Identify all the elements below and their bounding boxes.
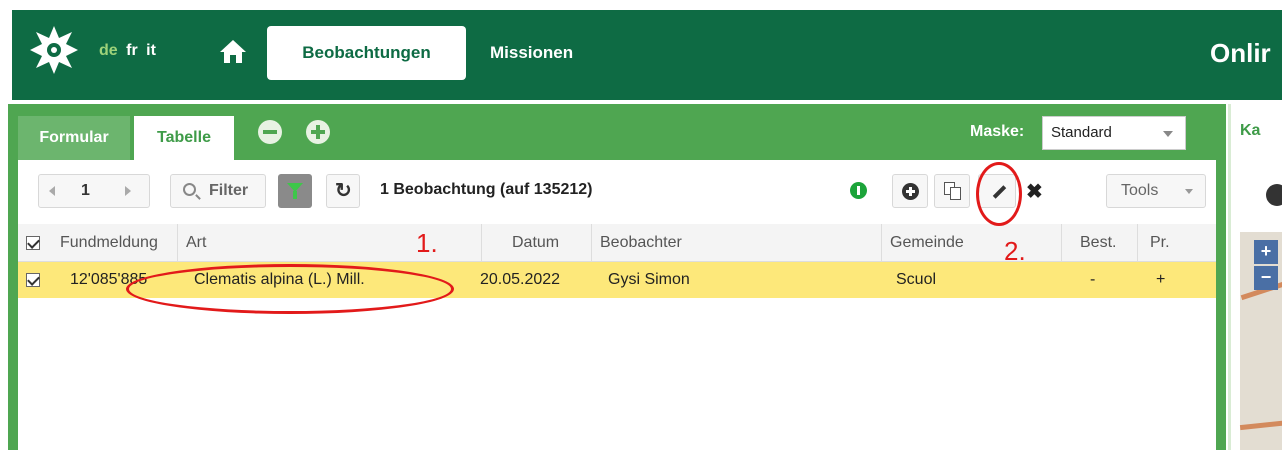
tab-karte[interactable]: Ka (1240, 122, 1260, 140)
funnel-stem (293, 191, 297, 199)
zoom-out-button[interactable]: − (1254, 266, 1278, 290)
nav-tab-missionen[interactable]: Missionen (466, 26, 597, 80)
search-icon (183, 183, 196, 196)
copy-icon-back (950, 187, 961, 200)
cell-best: - (1090, 271, 1096, 288)
page-number: 1 (81, 182, 90, 199)
tab-formular[interactable]: Formular (18, 116, 130, 160)
copy-button[interactable] (934, 174, 970, 208)
plus-icon (902, 183, 919, 200)
zoom-in-button[interactable]: + (1254, 240, 1278, 264)
annotation-ellipse-species (126, 264, 454, 314)
column-beobachter[interactable]: Beobachter (592, 224, 882, 262)
column-gemeinde[interactable]: Gemeinde (882, 224, 1062, 262)
annotation-step-1: 1. (416, 228, 438, 258)
filter-label: Filter (209, 182, 249, 199)
active-filter-button[interactable] (278, 174, 312, 208)
select-all-checkbox[interactable] (26, 236, 40, 250)
home-icon[interactable] (219, 38, 247, 64)
tools-dropdown[interactable]: Tools (1106, 174, 1206, 208)
refresh-button[interactable]: ↻ (326, 174, 360, 208)
mask-select[interactable]: Standard (1042, 116, 1186, 150)
row-checkbox[interactable] (26, 273, 40, 287)
map-road (1239, 418, 1282, 431)
annotation-ellipse-edit (976, 162, 1022, 226)
chevron-down-icon (1185, 189, 1193, 194)
pagination: 1 (38, 174, 150, 208)
cell-beobachter: Gysi Simon (608, 271, 690, 288)
cell-gemeinde: Scuol (896, 271, 937, 288)
annotation-step-2: 2. (1004, 236, 1026, 266)
tab-tabelle[interactable]: Tabelle (134, 116, 234, 160)
top-bar: de fr it Beobachtungen Missionen Onlir (0, 0, 1282, 100)
observation-count: 1 Beobachtung (auf 135212) (380, 181, 593, 198)
next-page-icon[interactable] (125, 186, 131, 196)
nav-tab-beobachtungen[interactable]: Beobachtungen (267, 26, 466, 80)
previous-page-icon[interactable] (49, 186, 55, 196)
column-pr[interactable]: Pr. (1138, 224, 1216, 262)
refresh-icon: ↻ (335, 180, 352, 202)
language-de[interactable]: de (99, 42, 118, 59)
map-control-icon[interactable] (1266, 184, 1282, 206)
filter-button[interactable]: Filter (170, 174, 266, 208)
close-icon: ✖ (1026, 181, 1043, 203)
mask-label: Maske: (970, 123, 1025, 140)
column-best[interactable]: Best. (1062, 224, 1138, 262)
chevron-down-icon (1163, 131, 1173, 137)
language-fr[interactable]: fr (126, 42, 138, 59)
map-view[interactable] (1239, 232, 1282, 450)
logo-icon[interactable] (26, 22, 82, 78)
tools-label: Tools (1121, 182, 1159, 199)
delete-button[interactable]: ✖ (1022, 174, 1046, 208)
cell-datum: 20.05.2022 (480, 271, 561, 288)
mask-select-value: Standard (1051, 124, 1112, 141)
column-fundmeldung[interactable]: Fundmeldung (52, 224, 178, 262)
app-title: Onlir (1210, 38, 1271, 68)
cell-pr: + (1156, 271, 1166, 288)
add-button[interactable] (892, 174, 928, 208)
collapse-button[interactable] (258, 120, 282, 144)
info-icon[interactable] (850, 182, 867, 199)
header-background (12, 10, 1282, 100)
column-datum[interactable]: Datum (482, 224, 592, 262)
language-it[interactable]: it (146, 42, 156, 59)
table-header: Fundmeldung Art Datum Beobachter Gemeind… (18, 224, 1216, 262)
language-switcher: de fr it (99, 42, 160, 60)
expand-button[interactable] (306, 120, 330, 144)
